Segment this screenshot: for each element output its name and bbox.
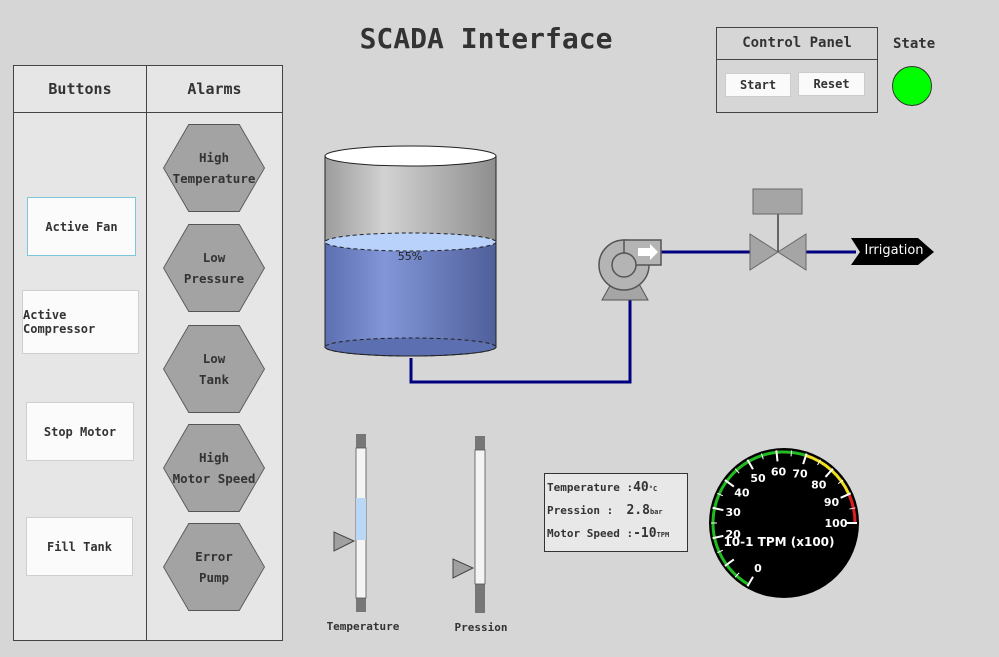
pression-bar-label: Pression <box>454 621 508 634</box>
gauge-tick-label: 60 <box>771 465 787 478</box>
gauge-tick-label: 40 <box>734 486 750 499</box>
speed-gauge: 02030405060 708090100 10-1 TPM (x100) <box>709 448 859 598</box>
gauge-tick <box>775 450 779 462</box>
tank: 55% <box>324 145 497 357</box>
tank-level-label: 55% <box>398 250 422 263</box>
gauge-tick-label: 0 <box>754 562 762 575</box>
readout-pression: Pression : 2.8bar <box>547 503 663 518</box>
gauge-tick-label: 80 <box>811 478 827 491</box>
irrigation-tag: Irrigation <box>851 238 934 265</box>
valve-icon <box>749 188 807 271</box>
gauge-tick-label: 50 <box>750 472 766 485</box>
gauge-label: 10-1 TPM (x100) <box>723 535 834 549</box>
readout-panel: Temperature :40°C Pression : 2.8bar Moto… <box>544 473 688 552</box>
gauge-tick-label: 70 <box>792 468 808 481</box>
pump-icon <box>598 239 662 301</box>
readout-temperature: Temperature :40°C <box>547 480 658 495</box>
process-diagram: 55% Irrigation 02030405060 708090100 10-… <box>324 145 934 613</box>
readout-motor-speed: Motor Speed :-10TPM <box>547 526 670 541</box>
temperature-bar <box>333 434 367 612</box>
gauge-tick-label: 30 <box>725 506 741 519</box>
temperature-bar-label: Temperature <box>326 620 400 633</box>
gauge-tick <box>790 450 793 457</box>
irrigation-label: Irrigation <box>864 243 923 258</box>
pression-bar <box>452 436 486 613</box>
gauge-tick-label: 100 <box>825 517 848 530</box>
gauge-tick-label: 90 <box>824 496 840 509</box>
